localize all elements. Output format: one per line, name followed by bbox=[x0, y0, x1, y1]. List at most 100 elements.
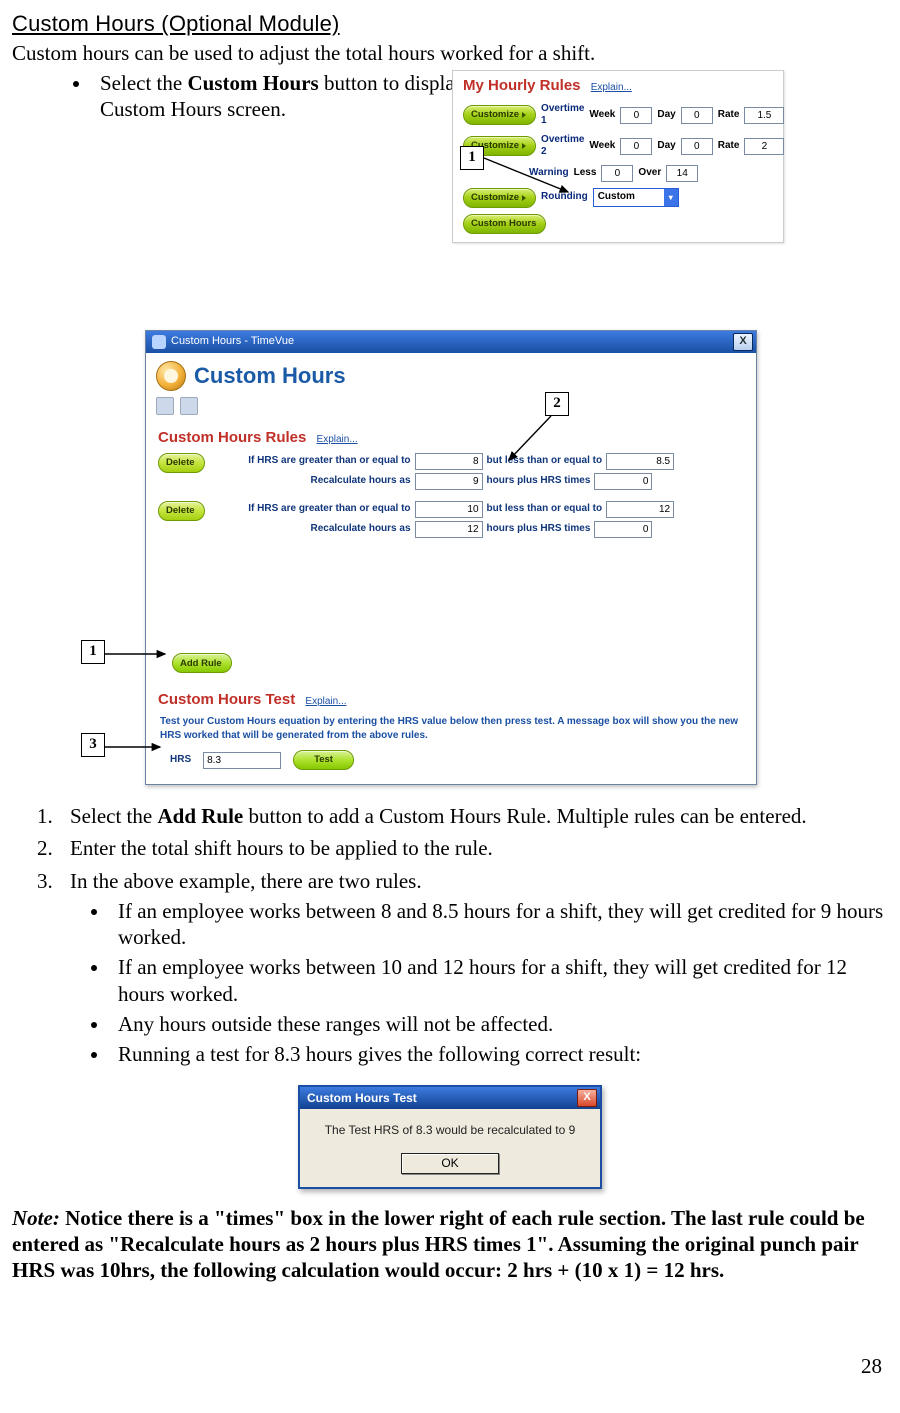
r2-gte-label: If HRS are greater than or equal to bbox=[211, 503, 411, 516]
section-title: Custom Hours (Optional Module) bbox=[12, 10, 888, 38]
rule-block-1: Delete If HRS are greater than or equal … bbox=[146, 451, 756, 499]
ot2-rate-input[interactable] bbox=[744, 138, 784, 155]
r1-lte-input[interactable] bbox=[606, 453, 674, 470]
step1-bold: Add Rule bbox=[157, 804, 243, 828]
ot1-rate-input[interactable] bbox=[744, 107, 784, 124]
ot1-label: Overtime 1 bbox=[541, 103, 584, 128]
fig1-title-text: My Hourly Rules bbox=[463, 77, 581, 94]
ot2-day-label: Day bbox=[657, 140, 675, 153]
test-subtitle-text: Custom Hours Test bbox=[158, 691, 295, 708]
step-3b: If an employee works between 10 and 12 h… bbox=[110, 954, 888, 1007]
rules-explain-link[interactable]: Explain... bbox=[317, 434, 358, 445]
fig1-explain-link[interactable]: Explain... bbox=[591, 82, 632, 93]
step-3c: Any hours outside these ranges will not … bbox=[110, 1011, 888, 1037]
round-label: Rounding bbox=[541, 191, 588, 204]
msgbox-message: The Test HRS of 8.3 would be recalculate… bbox=[300, 1109, 600, 1144]
fig1-title: My Hourly Rules Explain... bbox=[453, 71, 783, 100]
ot1-week-input[interactable] bbox=[620, 107, 652, 124]
r2-lte-input[interactable] bbox=[606, 501, 674, 518]
note-prefix: Note: bbox=[12, 1206, 60, 1230]
page-number: 28 bbox=[12, 1353, 888, 1379]
step1-pre: Select the bbox=[70, 804, 157, 828]
bullet-pre: Select the bbox=[100, 71, 187, 95]
callout-1b: 1 bbox=[81, 640, 105, 664]
callout-1a: 1 bbox=[460, 146, 484, 170]
print-icon[interactable] bbox=[180, 397, 198, 415]
r1-recalc-label: Recalculate hours as bbox=[211, 475, 411, 488]
top-bullet: Select the Custom Hours button to displa… bbox=[92, 70, 512, 123]
step-3: In the above example, there are two rule… bbox=[58, 868, 888, 1068]
msgbox-close-button[interactable]: X bbox=[577, 1089, 597, 1107]
note-paragraph: Note: Notice there is a "times" box in t… bbox=[12, 1205, 888, 1284]
step-1: Select the Add Rule button to add a Cust… bbox=[58, 803, 888, 829]
intro-text: Custom hours can be used to adjust the t… bbox=[12, 40, 888, 66]
custom-hours-button[interactable]: Custom Hours bbox=[463, 214, 546, 234]
add-rule-button[interactable]: Add Rule bbox=[172, 653, 232, 673]
ot1-week-label: Week bbox=[589, 109, 615, 122]
warn-less-label: Less bbox=[574, 167, 597, 180]
test-description: Test your Custom Hours equation by enter… bbox=[146, 713, 756, 748]
note-body: Notice there is a "times" box in the low… bbox=[12, 1206, 865, 1283]
r1-lte-label: but less than or equal to bbox=[487, 455, 603, 468]
callout-2: 2 bbox=[545, 392, 569, 416]
r2-lte-label: but less than or equal to bbox=[487, 503, 603, 516]
compass-icon bbox=[156, 361, 186, 391]
close-button[interactable]: X bbox=[733, 333, 753, 351]
rules-subtitle: Custom Hours Rules Explain... bbox=[146, 421, 756, 451]
r2-gte-input[interactable] bbox=[415, 501, 483, 518]
round-select-value: Custom bbox=[598, 191, 635, 204]
chevron-down-icon: ▾ bbox=[664, 189, 678, 206]
ok-button[interactable]: OK bbox=[401, 1153, 499, 1174]
warn-label: Warning bbox=[529, 167, 569, 180]
ot2-day-input[interactable] bbox=[681, 138, 713, 155]
r1-plus-label: hours plus HRS times bbox=[487, 475, 591, 488]
customize-button-3[interactable]: Customize bbox=[463, 188, 536, 208]
msgbox-title: Custom Hours Test bbox=[307, 1091, 417, 1106]
ot1-rate-label: Rate bbox=[718, 109, 740, 122]
step1-post: button to add a Custom Hours Rule. Multi… bbox=[243, 804, 806, 828]
round-select[interactable]: Custom ▾ bbox=[593, 188, 679, 207]
hrs-input[interactable] bbox=[203, 752, 281, 769]
figure-test-msgbox: Custom Hours Test X The Test HRS of 8.3 … bbox=[298, 1085, 602, 1188]
r1-gte-label: If HRS are greater than or equal to bbox=[211, 455, 411, 468]
steps-list: Select the Add Rule button to add a Cust… bbox=[58, 803, 888, 1067]
ot1-day-input[interactable] bbox=[681, 107, 713, 124]
r2-plus-label: hours plus HRS times bbox=[487, 523, 591, 536]
rules-subtitle-text: Custom Hours Rules bbox=[158, 429, 306, 446]
r2-times-input[interactable] bbox=[594, 521, 652, 538]
figure-custom-hours-window: Custom Hours - TimeVue X Custom Hours Cu… bbox=[145, 330, 757, 785]
warn-over-label: Over bbox=[638, 167, 661, 180]
hrs-label: HRS bbox=[170, 754, 191, 767]
callout-3: 3 bbox=[81, 733, 105, 757]
rule-block-2: Delete If HRS are greater than or equal … bbox=[146, 499, 756, 547]
save-icon[interactable] bbox=[156, 397, 174, 415]
fig2-titlebar-text: Custom Hours - TimeVue bbox=[171, 335, 294, 349]
step-2: Enter the total shift hours to be applie… bbox=[58, 835, 888, 861]
figure-hourly-rules: My Hourly Rules Explain... Customize Ove… bbox=[452, 70, 784, 243]
step-3a: If an employee works between 8 and 8.5 h… bbox=[110, 898, 888, 951]
step-3d: Running a test for 8.3 hours gives the f… bbox=[110, 1041, 888, 1067]
ot2-label: Overtime 2 bbox=[541, 134, 584, 159]
test-button[interactable]: Test bbox=[293, 750, 354, 770]
r1-times-input[interactable] bbox=[594, 473, 652, 490]
r2-recalc-label: Recalculate hours as bbox=[211, 523, 411, 536]
ot2-week-label: Week bbox=[589, 140, 615, 153]
fig2-heading: Custom Hours bbox=[194, 362, 346, 390]
ot2-week-input[interactable] bbox=[620, 138, 652, 155]
ot2-rate-label: Rate bbox=[718, 140, 740, 153]
r2-recalc-input[interactable] bbox=[415, 521, 483, 538]
customize-button-1[interactable]: Customize bbox=[463, 105, 536, 125]
bullet-bold: Custom Hours bbox=[187, 71, 318, 95]
warn-over-input[interactable] bbox=[666, 165, 698, 182]
app-icon bbox=[152, 335, 166, 349]
r1-gte-input[interactable] bbox=[415, 453, 483, 470]
ot1-day-label: Day bbox=[657, 109, 675, 122]
delete-button-2[interactable]: Delete bbox=[158, 501, 205, 521]
test-explain-link[interactable]: Explain... bbox=[305, 696, 346, 707]
r1-recalc-input[interactable] bbox=[415, 473, 483, 490]
test-subtitle: Custom Hours Test Explain... bbox=[146, 683, 756, 713]
step3-text: In the above example, there are two rule… bbox=[70, 869, 422, 893]
fig2-titlebar: Custom Hours - TimeVue X bbox=[146, 331, 756, 353]
warn-less-input[interactable] bbox=[601, 165, 633, 182]
delete-button-1[interactable]: Delete bbox=[158, 453, 205, 473]
